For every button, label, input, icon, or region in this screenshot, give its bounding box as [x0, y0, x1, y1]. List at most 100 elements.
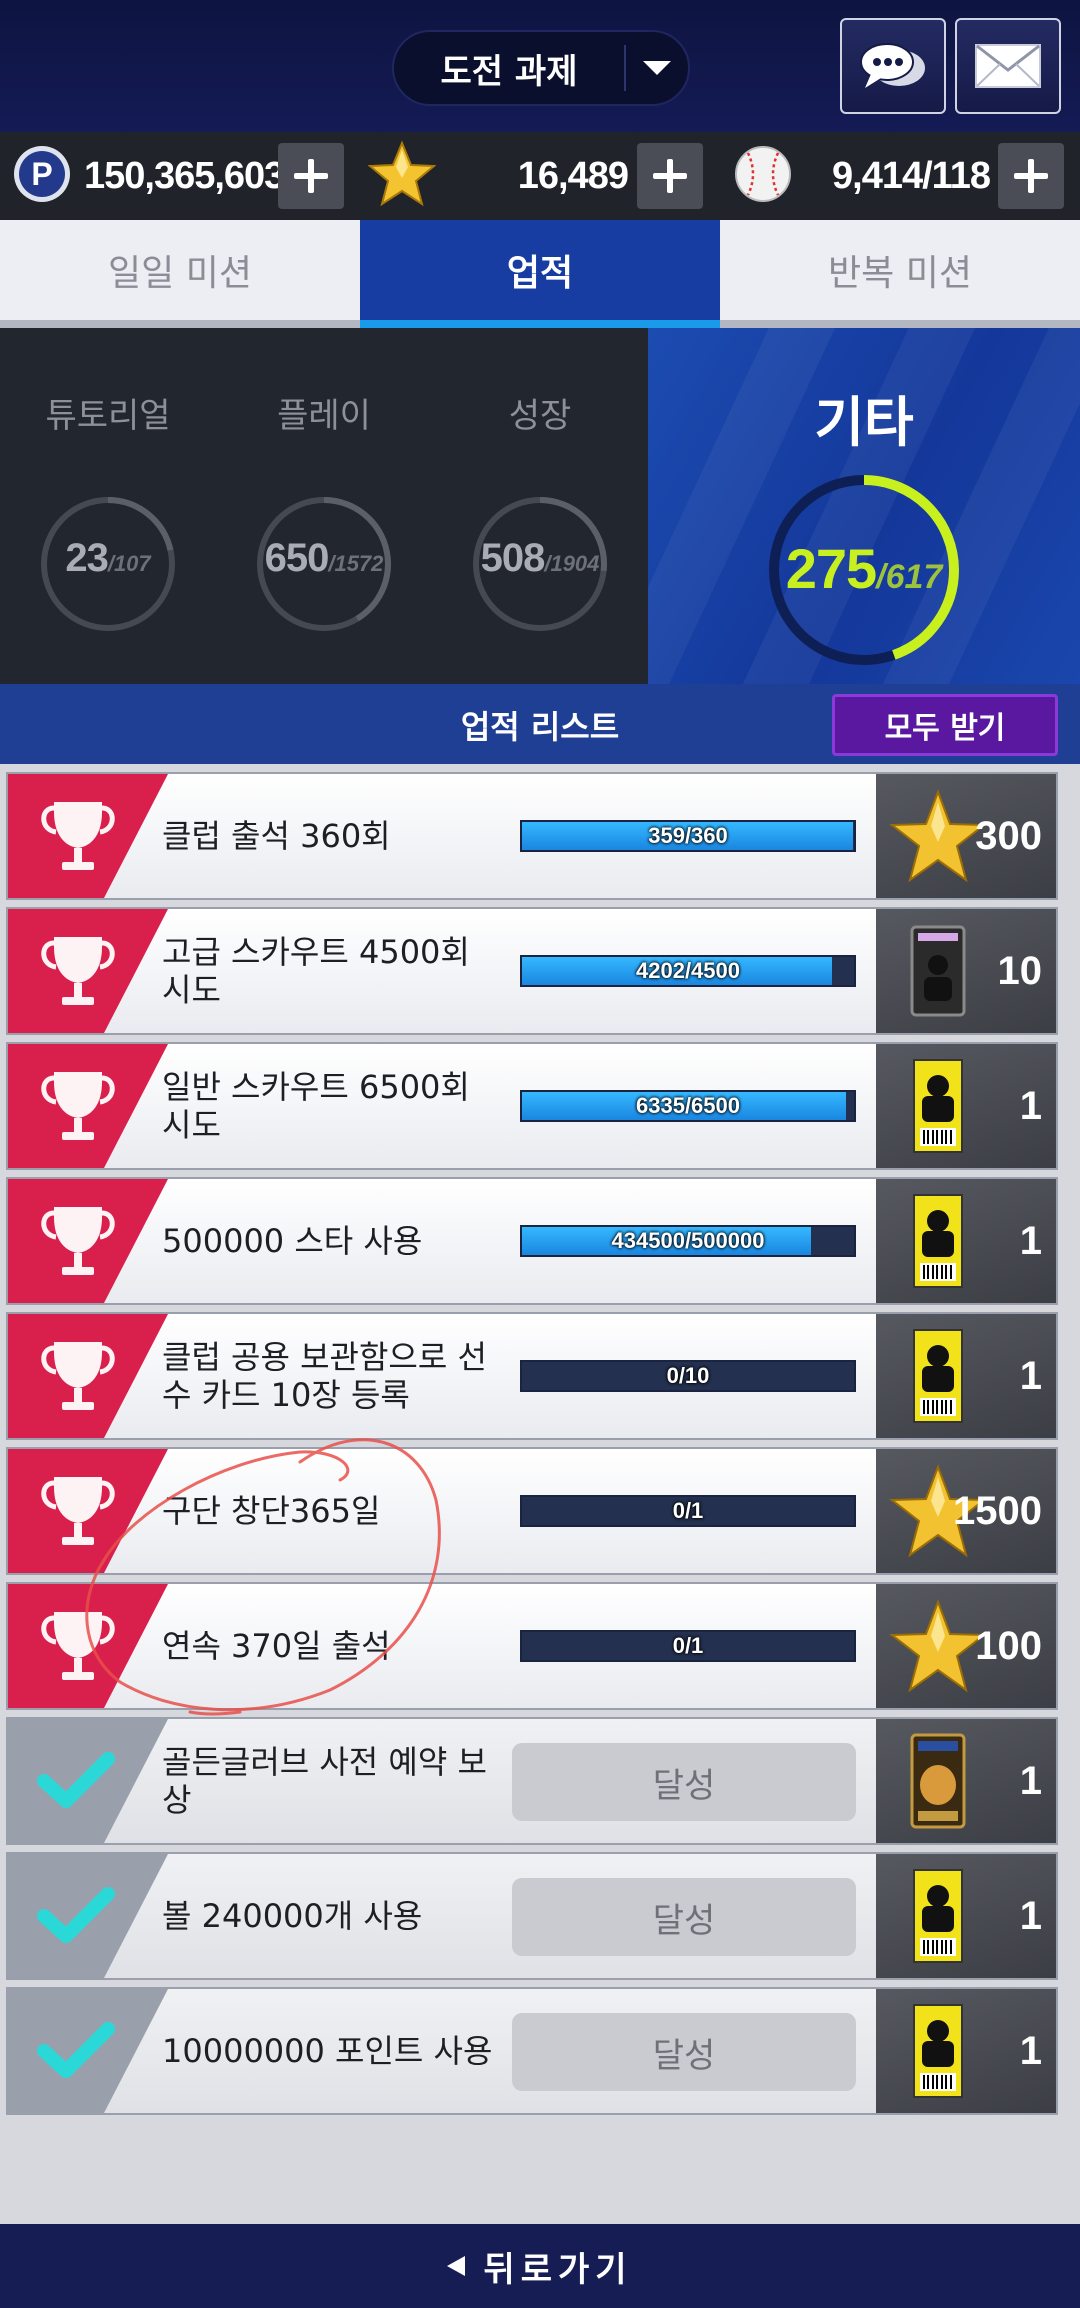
- star-icon: [888, 1596, 988, 1696]
- chevron-down-icon[interactable]: [626, 61, 688, 75]
- reward-quantity: 1: [1019, 1219, 1042, 1263]
- checkmark-icon: [8, 1989, 168, 2113]
- completed-button[interactable]: 달성: [512, 1878, 856, 1956]
- reward-box[interactable]: 100: [876, 1584, 1056, 1708]
- reward-quantity: 1: [1019, 1894, 1042, 1938]
- checkmark-icon: [8, 1854, 168, 1978]
- progress-text: 434500/500000: [611, 1228, 765, 1253]
- svg-text:P: P: [31, 156, 52, 192]
- trophy-icon: [8, 774, 168, 898]
- mail-button[interactable]: [955, 18, 1061, 114]
- reward-box[interactable]: 1: [876, 1854, 1056, 1978]
- achievement-name: 고급 스카우트 4500회 시도: [162, 933, 470, 1009]
- reward-box[interactable]: 300: [876, 774, 1056, 898]
- achievement-row: 구단 창단365일 0/1 1500: [6, 1447, 1058, 1575]
- reward-box[interactable]: 1: [876, 1179, 1056, 1303]
- category-label-tutorial[interactable]: 튜토리얼: [8, 388, 208, 437]
- scout-ticket-icon: [888, 1056, 988, 1156]
- back-label: 뒤로가기: [483, 2249, 633, 2290]
- stars-value: 16,489: [517, 155, 629, 197]
- trophy-icon: [8, 1584, 168, 1708]
- reward-quantity: 1: [1019, 1759, 1042, 1803]
- scout-ticket-icon: [888, 1191, 988, 1291]
- back-arrow-icon: [447, 2256, 466, 2276]
- achievement-name: 볼 240000개 사용: [162, 1897, 423, 1935]
- reward-box[interactable]: 10: [876, 909, 1056, 1033]
- completed-button[interactable]: 달성: [512, 1743, 856, 1821]
- category-count-etc: 275/617: [785, 537, 943, 600]
- progress-bar: 4202/4500: [520, 955, 856, 987]
- trophy-icon: [8, 1449, 168, 1573]
- completed-button[interactable]: 달성: [512, 2013, 856, 2091]
- reward-box[interactable]: 1: [876, 1314, 1056, 1438]
- achievement-name: 연속 370일 출석: [162, 1627, 391, 1665]
- star-icon: [888, 786, 988, 886]
- player-card-icon: [888, 921, 988, 1021]
- category-count-growth: 508/1904: [480, 536, 600, 580]
- claim-all-button[interactable]: 모두 받기: [832, 694, 1058, 756]
- trophy-icon: [8, 1179, 168, 1303]
- trophy-icon: [8, 1044, 168, 1168]
- mission-tabs: 일일 미션 업적 반복 미션: [0, 220, 1080, 328]
- progress-bar: 0/10: [520, 1360, 856, 1392]
- back-button[interactable]: 뒤로가기: [0, 2224, 1080, 2308]
- reward-box[interactable]: 1: [876, 1719, 1056, 1843]
- balls-value: 9,414/118: [832, 155, 991, 197]
- progress-text: 0/1: [672, 1633, 704, 1658]
- point-coin-icon: P: [14, 146, 70, 202]
- achievement-row: 10000000 포인트 사용 달성 1: [6, 1987, 1058, 2115]
- progress-bar: 434500/500000: [520, 1225, 856, 1257]
- achievement-row: 500000 스타 사용 434500/500000 1: [6, 1177, 1058, 1305]
- achievement-list-title: 업적 리스트: [460, 708, 620, 746]
- checkmark-icon: [8, 1719, 168, 1843]
- points-value: 150,365,603: [84, 155, 285, 197]
- add-points-button[interactable]: [278, 143, 344, 209]
- achievement-row: 볼 240000개 사용 달성 1: [6, 1852, 1058, 1980]
- reward-quantity: 1: [1019, 2029, 1042, 2073]
- achievement-row: 일반 스카우트 6500회 시도 6335/6500 1: [6, 1042, 1058, 1170]
- reward-quantity: 1: [1019, 1084, 1042, 1128]
- reward-quantity: 10: [997, 949, 1043, 993]
- category-label-play[interactable]: 플레이: [224, 388, 424, 437]
- progress-text: 4202/4500: [636, 958, 740, 983]
- reward-quantity: 1500: [953, 1489, 1042, 1533]
- category-label-etc[interactable]: 기타: [764, 378, 964, 457]
- trophy-icon: [8, 1314, 168, 1438]
- category-count-play: 650/1572: [264, 536, 384, 580]
- achievement-name: 일반 스카우트 6500회 시도: [162, 1068, 470, 1144]
- reward-box[interactable]: 1: [876, 1989, 1056, 2113]
- page-title: 도전 과제: [440, 51, 578, 92]
- progress-bar: 0/1: [520, 1495, 856, 1527]
- envelope-icon: [975, 44, 1041, 88]
- reward-box[interactable]: 1: [876, 1044, 1056, 1168]
- achievement-row: 고급 스카우트 4500회 시도 4202/4500 10: [6, 907, 1058, 1035]
- reward-quantity: 300: [975, 814, 1042, 858]
- progress-text: 0/10: [666, 1363, 710, 1388]
- tab-repeat-mission[interactable]: 반복 미션: [720, 220, 1080, 320]
- tab-daily-mission[interactable]: 일일 미션: [0, 220, 360, 320]
- achievement-name: 구단 창단365일: [162, 1492, 381, 1530]
- reward-box[interactable]: 1500: [876, 1449, 1056, 1573]
- trophy-icon: [8, 909, 168, 1033]
- achievement-row: 연속 370일 출석 0/1 100: [6, 1582, 1058, 1710]
- achievement-name: 골든글러브 사전 예약 보상: [162, 1743, 487, 1819]
- add-stars-button[interactable]: [637, 143, 703, 209]
- chat-button[interactable]: [840, 18, 946, 114]
- add-balls-button[interactable]: [998, 143, 1064, 209]
- category-label-growth[interactable]: 성장: [440, 388, 640, 437]
- progress-bar: 6335/6500: [520, 1090, 856, 1122]
- reward-quantity: 1: [1019, 1354, 1042, 1398]
- tab-achievements[interactable]: 업적: [360, 220, 720, 328]
- achievement-name: 10000000 포인트 사용: [162, 2032, 493, 2070]
- progress-bar: 359/360: [520, 820, 856, 852]
- scout-ticket-icon: [888, 1326, 988, 1426]
- achievement-row: 클럽 공용 보관함으로 선수 카드 10장 등록 0/10 1: [6, 1312, 1058, 1440]
- progress-text: 359/360: [648, 823, 728, 848]
- chat-bubble-icon: [860, 43, 925, 88]
- achievement-name: 클럽 공용 보관함으로 선수 카드 10장 등록: [162, 1338, 487, 1414]
- achievement-row: 클럽 출석 360회 359/360 300: [6, 772, 1058, 900]
- star-icon: [368, 140, 436, 207]
- scout-ticket-icon: [888, 2001, 988, 2101]
- title-dropdown[interactable]: 도전 과제: [392, 30, 690, 106]
- scout-ticket-icon: [888, 1866, 988, 1966]
